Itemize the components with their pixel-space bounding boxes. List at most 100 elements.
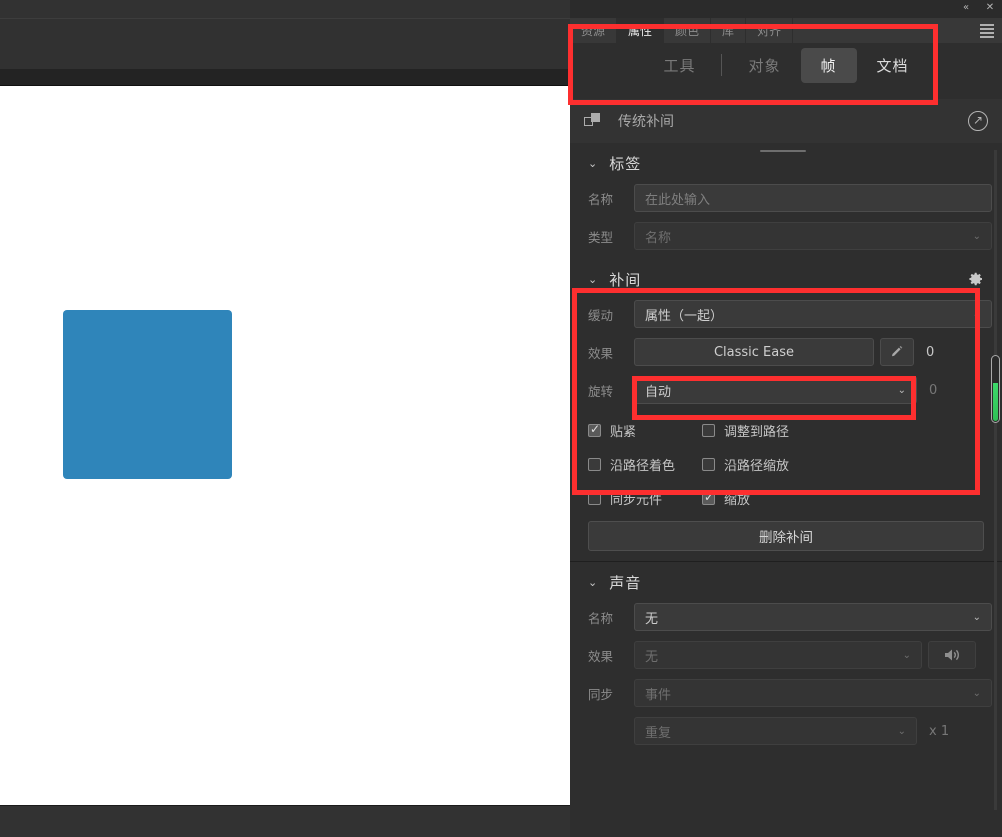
row-tween-rotate: 旋转 自动 ⌄ 0: [570, 375, 1002, 405]
field-label-rotate: 旋转: [588, 383, 614, 399]
chevron-down-icon[interactable]: ⌄: [588, 157, 597, 170]
launch-external-icon[interactable]: ↗: [968, 111, 988, 131]
tween-ease-select[interactable]: 属性（一起） ⌄: [634, 300, 992, 328]
section-sound-title: 声音: [609, 573, 642, 592]
row-tween-effect: 效果 Classic Ease 0: [570, 337, 1002, 367]
section-label-header[interactable]: ⌄ 标签: [570, 143, 1002, 183]
chevron-down-icon[interactable]: ⌄: [588, 576, 597, 589]
section-label-title: 标签: [609, 154, 642, 173]
sound-repeat-value: 重复: [645, 725, 672, 741]
scrollbar-thumb[interactable]: [991, 355, 1000, 423]
section-tween-header[interactable]: ⌄ 补间: [570, 259, 1002, 299]
field-label-ease: 缓动: [588, 307, 614, 323]
stage-canvas[interactable]: [0, 85, 570, 805]
sound-sync-select[interactable]: 事件 ⌄: [634, 679, 992, 707]
panel-scroll-body: ⌄ 标签 名称 在此处输入 类型 名称 ⌄ ⌄ 补间 缓动 属性（一起） ⌄ 效…: [570, 143, 1002, 837]
section-label: ⌄ 标签 名称 在此处输入 类型 名称 ⌄: [570, 143, 1002, 251]
row-label-type: 类型 名称 ⌄: [570, 221, 1002, 251]
panel-subtab-2[interactable]: 帧: [800, 47, 857, 83]
sound-effect-select[interactable]: 无 ⌄: [634, 641, 922, 669]
checkbox-icon[interactable]: [702, 457, 715, 471]
app-window: « ✕ 资源 属性 颜色库对齐 工具 对象帧文档 传统补间 ↗ ⌄ 标签 名称 …: [0, 0, 1002, 837]
sound-effect-value: 无: [645, 649, 659, 665]
tween-checkbox-4[interactable]: 同步元件: [588, 489, 702, 508]
hamburger-menu-icon[interactable]: [980, 24, 994, 38]
field-label-sound-name: 名称: [588, 610, 614, 626]
tween-checkbox-2[interactable]: 沿路径着色: [588, 455, 702, 474]
tween-checkbox-row-2: 沿路径着色 沿路径缩放: [570, 447, 1002, 481]
chevron-down-icon: ⌄: [902, 649, 911, 661]
chevron-down-icon: ⌄: [972, 230, 981, 242]
delete-tween-button[interactable]: 删除补间: [588, 521, 984, 551]
tween-checkbox-label-2: 沿路径着色: [610, 458, 676, 474]
label-name-input[interactable]: 在此处输入: [634, 184, 992, 212]
tween-checkbox-3[interactable]: 沿路径缩放: [702, 455, 789, 474]
label-type-select[interactable]: 名称 ⌄: [634, 222, 992, 250]
properties-panel: « ✕ 资源 属性 颜色库对齐 工具 对象帧文档 传统补间 ↗ ⌄ 标签 名称 …: [570, 0, 1002, 837]
tween-effect-select[interactable]: Classic Ease: [634, 338, 874, 366]
panel-tab-4[interactable]: 对齐: [746, 18, 794, 43]
subtab-separator: [721, 54, 723, 76]
section-tween: ⌄ 补间 缓动 属性（一起） ⌄ 效果 Classic Ease 0 旋转 自动…: [570, 259, 1002, 551]
panel-tab-3[interactable]: 库: [711, 18, 747, 43]
row-sound-sync: 同步 事件 ⌄: [570, 678, 1002, 708]
panel-tab-bar: 资源 属性 颜色库对齐: [570, 18, 1002, 43]
row-sound-name: 名称 无 ⌄: [570, 602, 1002, 632]
tween-rotate-value: 自动: [645, 384, 672, 400]
chevron-down-icon: ⌄: [972, 611, 981, 623]
stage-tab-strip: [0, 69, 570, 85]
tween-checkbox-5[interactable]: 缩放: [702, 489, 750, 508]
checkbox-icon[interactable]: [588, 422, 601, 437]
stage-status-bar: [0, 805, 570, 837]
blue-square[interactable]: [63, 310, 232, 479]
collapse-icon[interactable]: «: [960, 2, 972, 14]
panel-tab-1[interactable]: 属性: [617, 18, 665, 43]
row-sound-repeat: 重复 ⌄ x 1: [570, 716, 1002, 746]
chevron-down-icon: ⌄: [897, 384, 906, 396]
field-label-name: 名称: [588, 191, 614, 207]
tween-effect-value: Classic Ease: [713, 344, 795, 360]
checkbox-icon[interactable]: [702, 423, 715, 437]
checkbox-icon[interactable]: [588, 491, 601, 505]
tween-rotate-select[interactable]: 自动 ⌄: [634, 376, 917, 404]
field-label-effect: 效果: [588, 345, 614, 361]
tween-checkbox-label-4: 同步元件: [610, 492, 663, 508]
tween-effect-number[interactable]: 0: [914, 345, 960, 360]
tween-checkbox-label-3: 沿路径缩放: [724, 458, 790, 474]
tween-ease-value: 属性（一起）: [645, 308, 724, 324]
pencil-icon[interactable]: [880, 338, 914, 366]
chevron-down-icon[interactable]: ⌄: [588, 273, 597, 286]
sound-repeat-select[interactable]: 重复 ⌄: [634, 717, 917, 745]
tween-checkbox-label-0: 贴紧: [610, 424, 637, 440]
section-sound: ⌄ 声音 名称 无 ⌄ 效果 无 ⌄ 同步 事件 ⌄ 重复 ⌄ x 1: [570, 562, 1002, 746]
checkbox-icon[interactable]: [702, 490, 715, 505]
panel-subtab-bar: 工具 对象帧文档: [570, 43, 1002, 87]
tween-checkbox-label-5: 缩放: [724, 492, 751, 508]
sound-name-select[interactable]: 无 ⌄: [634, 603, 992, 631]
section-sound-header[interactable]: ⌄ 声音: [570, 562, 1002, 602]
panel-tab-0[interactable]: 资源: [570, 18, 618, 43]
vertical-scrollbar[interactable]: [991, 150, 1000, 810]
checkbox-icon[interactable]: [588, 457, 601, 471]
panel-tab-2[interactable]: 颜色: [664, 18, 712, 43]
object-header: 传统补间 ↗: [570, 99, 1002, 143]
panel-subtab-3[interactable]: 文档: [857, 48, 929, 83]
sound-repeat-count[interactable]: x 1: [917, 724, 963, 739]
tween-checkbox-label-1: 调整到路径: [724, 424, 790, 440]
close-icon[interactable]: ✕: [984, 2, 996, 14]
sound-name-value: 无: [645, 611, 659, 627]
panel-drag-handle[interactable]: [760, 150, 806, 152]
tween-checkbox-0[interactable]: 贴紧: [588, 421, 702, 440]
gear-icon[interactable]: [968, 271, 984, 287]
panel-subtab-1[interactable]: 对象: [728, 48, 800, 83]
tween-checkbox-1[interactable]: 调整到路径: [702, 421, 789, 440]
panel-chrome-buttons: « ✕: [960, 2, 996, 14]
field-label-type: 类型: [588, 229, 614, 245]
row-label-name: 名称 在此处输入: [570, 183, 1002, 213]
speaker-icon[interactable]: [928, 641, 976, 669]
chevron-down-icon: ⌄: [972, 687, 981, 699]
object-title: 传统补间: [618, 114, 674, 130]
panel-subtab-0[interactable]: 工具: [643, 48, 715, 83]
label-type-value: 名称: [645, 230, 672, 246]
tween-rotate-number[interactable]: 0: [917, 383, 963, 398]
